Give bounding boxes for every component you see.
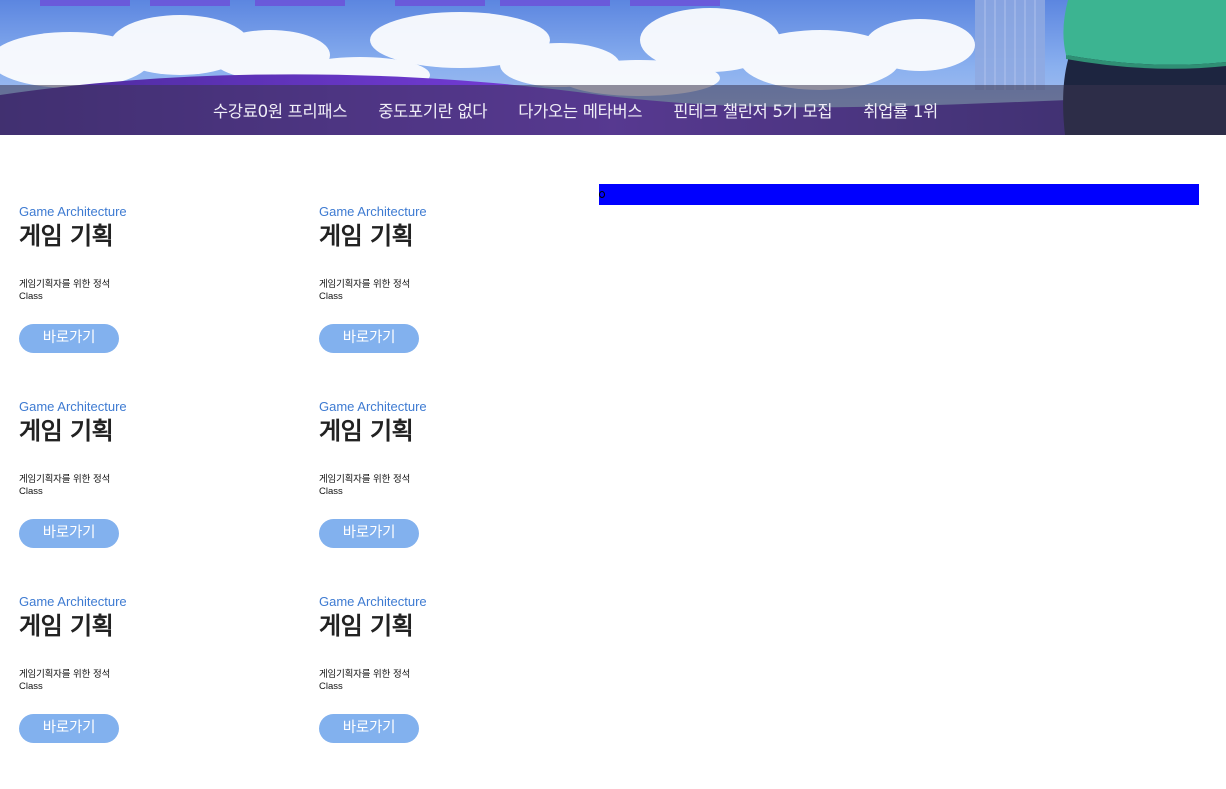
card-title: 게임 기획: [319, 417, 414, 445]
card-subtitle: Class: [319, 291, 343, 302]
go-button[interactable]: 바로가기: [319, 324, 419, 353]
nav-item-free-pass[interactable]: 수강료0원 프리패스: [213, 98, 347, 122]
go-button[interactable]: 바로가기: [19, 324, 119, 353]
card-subtitle: Class: [319, 486, 343, 497]
card-description: 게임기획자를 위한 정석: [19, 279, 111, 290]
course-card: Game Architecture 게임 기획 게임기획자를 위한 정석 Cla…: [19, 399, 319, 594]
blue-placeholder-bar: [599, 184, 1199, 205]
card-description: 게임기획자를 위한 정석: [19, 474, 111, 485]
nav-item-no-dropout[interactable]: 중도포기란 없다: [378, 98, 487, 122]
card-title: 게임 기획: [19, 612, 114, 640]
course-card: Game Architecture 게임 기획 게임기획자를 위한 정석 Cla…: [319, 594, 619, 789]
nav-item-metaverse[interactable]: 다가오는 메타버스: [518, 98, 642, 122]
go-button[interactable]: 바로가기: [19, 519, 119, 548]
go-button[interactable]: 바로가기: [319, 714, 419, 743]
course-card-grid: Game Architecture 게임 기획 게임기획자를 위한 정석 Cla…: [19, 204, 619, 789]
course-card: Game Architecture 게임 기획 게임기획자를 위한 정석 Cla…: [319, 204, 619, 399]
card-subtitle: Class: [319, 681, 343, 692]
card-category: Game Architecture: [319, 594, 427, 609]
bar-marker-icon: [599, 191, 605, 198]
card-title: 게임 기획: [319, 222, 414, 250]
card-subtitle: Class: [19, 681, 43, 692]
card-title: 게임 기획: [319, 612, 414, 640]
card-title: 게임 기획: [19, 222, 114, 250]
card-category: Game Architecture: [319, 204, 427, 219]
card-category: Game Architecture: [19, 204, 127, 219]
go-button[interactable]: 바로가기: [19, 714, 119, 743]
card-category: Game Architecture: [19, 594, 127, 609]
card-description: 게임기획자를 위한 정석: [319, 669, 411, 680]
hero-banner: 수강료0원 프리패스 중도포기란 없다 다가오는 메타버스 핀테크 챌린저 5기…: [0, 0, 1226, 135]
nav-item-employment-rate[interactable]: 취업률 1위: [863, 98, 938, 122]
course-card: Game Architecture 게임 기획 게임기획자를 위한 정석 Cla…: [19, 594, 319, 789]
course-card: Game Architecture 게임 기획 게임기획자를 위한 정석 Cla…: [319, 399, 619, 594]
nav-item-fintech-challenger[interactable]: 핀테크 챌린저 5기 모집: [673, 98, 832, 122]
card-category: Game Architecture: [19, 399, 127, 414]
card-subtitle: Class: [19, 486, 43, 497]
card-category: Game Architecture: [319, 399, 427, 414]
course-card: Game Architecture 게임 기획 게임기획자를 위한 정석 Cla…: [19, 204, 319, 399]
top-nav: 수강료0원 프리패스 중도포기란 없다 다가오는 메타버스 핀테크 챌린저 5기…: [0, 85, 1226, 135]
card-subtitle: Class: [19, 291, 43, 302]
card-description: 게임기획자를 위한 정석: [319, 279, 411, 290]
go-button[interactable]: 바로가기: [319, 519, 419, 548]
card-description: 게임기획자를 위한 정석: [19, 669, 111, 680]
card-description: 게임기획자를 위한 정석: [319, 474, 411, 485]
card-title: 게임 기획: [19, 417, 114, 445]
